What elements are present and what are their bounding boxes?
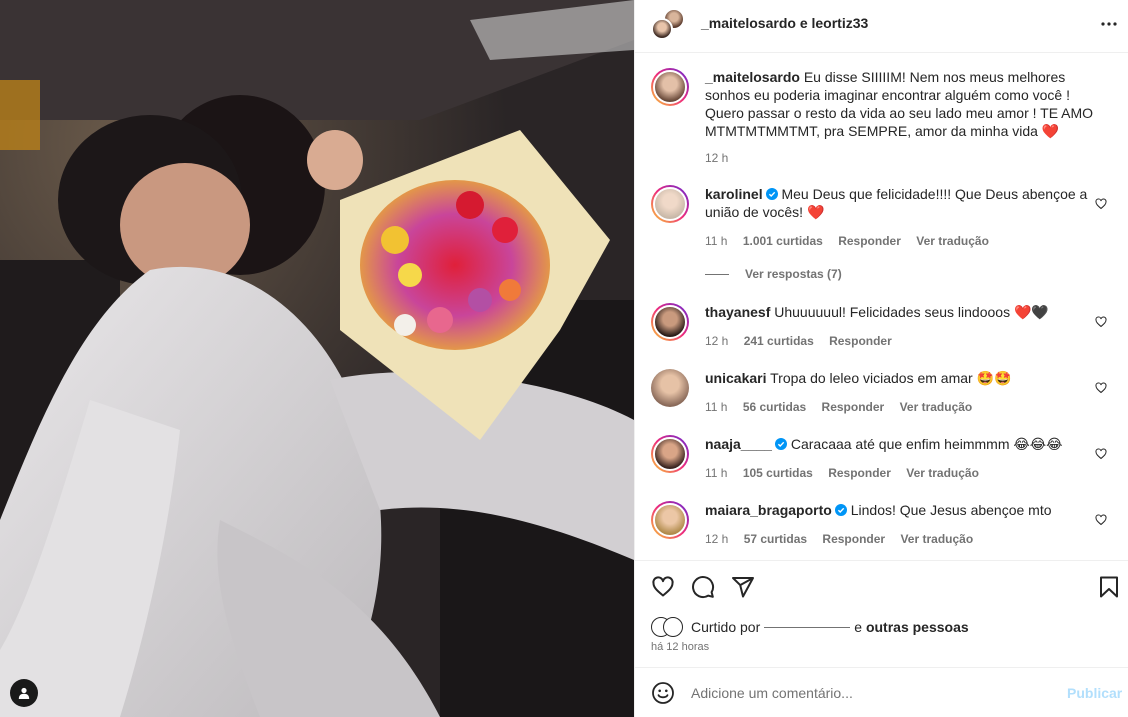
reply-button[interactable]: Responder	[822, 400, 885, 414]
post-photo-image	[0, 0, 634, 717]
liked-by-avatars[interactable]	[651, 617, 687, 637]
comment-meta: 12 h 57 curtidas Responder Ver tradução	[705, 532, 985, 546]
heart-icon[interactable]	[1095, 382, 1107, 394]
comment-meta: 11 h 1.001 curtidas Responder Ver traduç…	[705, 234, 1001, 248]
post-panel: _maitelosardo e leortiz33 _maitelosardo …	[634, 0, 1128, 717]
comment-button[interactable]	[691, 575, 715, 599]
translate-button[interactable]: Ver tradução	[916, 234, 989, 248]
add-comment-bar: Publicar	[635, 667, 1128, 717]
comment-text: thayanesf Uhuuuuuul! Felicidades seus li…	[705, 303, 1105, 321]
heart-icon[interactable]	[1095, 316, 1107, 328]
publish-button[interactable]: Publicar	[1067, 685, 1122, 701]
avatar	[663, 617, 683, 637]
liked-by-others[interactable]: outras pessoas	[866, 619, 969, 635]
verified-badge-icon	[765, 188, 778, 200]
caption-username[interactable]: _maitelosardo	[705, 69, 800, 85]
post-photo[interactable]	[0, 0, 634, 717]
avatar[interactable]	[651, 185, 689, 223]
heart-icon[interactable]	[1095, 514, 1107, 526]
avatar[interactable]	[651, 369, 689, 407]
comment-likes[interactable]: 241 curtidas	[744, 334, 814, 348]
tag-people-button[interactable]	[10, 679, 38, 707]
more-options-button[interactable]	[1097, 12, 1121, 36]
comment-time[interactable]: 12 h	[705, 334, 728, 348]
liked-by: Curtido por e outras pessoas	[651, 616, 969, 638]
reply-button[interactable]: Responder	[828, 466, 891, 480]
translate-button[interactable]: Ver tradução	[900, 400, 973, 414]
avatar[interactable]	[651, 303, 689, 341]
reply-button[interactable]: Responder	[829, 334, 892, 348]
avatar[interactable]	[651, 68, 689, 106]
avatar[interactable]	[651, 18, 673, 40]
liked-by-prefix: Curtido por	[691, 619, 761, 635]
comment-username[interactable]: thayanesf	[705, 304, 770, 320]
heart-icon[interactable]	[1095, 198, 1107, 210]
more-options-icon	[1101, 22, 1117, 26]
comment-likes[interactable]: 105 curtidas	[743, 466, 813, 480]
comment-username[interactable]: unicakari	[705, 370, 766, 386]
comment-emoji: ❤️	[806, 204, 825, 220]
share-button[interactable]	[731, 575, 755, 599]
replies-divider	[705, 273, 729, 275]
comment-emoji: ❤️🖤	[1013, 304, 1049, 320]
post-header: _maitelosardo e leortiz33	[635, 0, 1128, 53]
caption-emoji: ❤️	[1041, 123, 1060, 139]
save-button[interactable]	[1097, 575, 1121, 599]
comment-body: Lindos! Que Jesus abençoe mto	[850, 502, 1052, 518]
post-authors[interactable]: _maitelosardo e leortiz33	[701, 15, 868, 31]
comment-time[interactable]: 11 h	[705, 466, 727, 480]
comment-time[interactable]: 11 h	[705, 234, 727, 248]
comment-body: Tropa do leleo viciados em amar	[770, 370, 973, 386]
comment-time[interactable]: 11 h	[705, 400, 727, 414]
comment-meta: 11 h 105 curtidas Responder Ver tradução	[705, 466, 991, 480]
comment-username[interactable]: naaja____	[705, 436, 772, 452]
liked-by-and: e	[854, 619, 863, 635]
post-timestamp[interactable]: há 12 horas	[651, 641, 709, 653]
collab-avatars[interactable]	[651, 8, 685, 42]
comment-meta: 12 h 241 curtidas Responder	[705, 334, 904, 348]
comment-username[interactable]: maiara_bragaporto	[705, 502, 832, 518]
comment-meta: 11 h 56 curtidas Responder Ver tradução	[705, 400, 984, 414]
avatar[interactable]	[651, 501, 689, 539]
comment-input[interactable]	[691, 680, 1051, 706]
reply-button[interactable]: Responder	[822, 532, 885, 546]
redacted-username[interactable]	[764, 626, 851, 628]
comment-text: naaja____ Caracaaa até que enfim heimmmm…	[705, 435, 1105, 453]
comment-text: karolinel Meu Deus que felicidade!!!! Qu…	[705, 185, 1105, 221]
view-replies-button[interactable]: Ver respostas (7)	[705, 267, 842, 281]
translate-button[interactable]: Ver tradução	[906, 466, 979, 480]
comment-body: Uhuuuuuul! Felicidades seus lindooos	[774, 304, 1011, 320]
verified-badge-icon	[774, 438, 787, 450]
comment-emoji: 😂😂😂	[1013, 436, 1063, 452]
comment-body: Caracaaa até que enfim heimmmm	[790, 436, 1010, 452]
heart-icon[interactable]	[1095, 448, 1107, 460]
reply-button[interactable]: Responder	[838, 234, 901, 248]
caption-text: _maitelosardo Eu disse SIIIIIM! Nem nos …	[705, 68, 1105, 140]
view-replies-label: Ver respostas (7)	[745, 267, 842, 281]
comment-text: unicakari Tropa do leleo viciados em ama…	[705, 369, 1105, 387]
emoji-button[interactable]	[651, 681, 675, 705]
comment-likes[interactable]: 1.001 curtidas	[743, 234, 823, 248]
comment-username[interactable]: karolinel	[705, 186, 763, 202]
comment-likes[interactable]: 56 curtidas	[743, 400, 806, 414]
caption-meta: 12 h	[705, 151, 740, 165]
comment-likes[interactable]: 57 curtidas	[744, 532, 807, 546]
user-tag-icon	[18, 687, 30, 699]
comment-time[interactable]: 12 h	[705, 532, 728, 546]
post-actions: Curtido por e outras pessoas há 12 horas	[635, 560, 1128, 667]
like-button[interactable]	[651, 575, 675, 599]
comment-text: maiara_bragaporto Lindos! Que Jesus aben…	[705, 501, 1105, 519]
comments-list[interactable]: _maitelosardo Eu disse SIIIIIM! Nem nos …	[635, 54, 1128, 560]
avatar[interactable]	[651, 435, 689, 473]
translate-button[interactable]: Ver tradução	[900, 532, 973, 546]
verified-badge-icon	[834, 504, 847, 516]
caption-time[interactable]: 12 h	[705, 151, 728, 165]
comment-emoji: 🤩🤩	[976, 370, 1012, 386]
